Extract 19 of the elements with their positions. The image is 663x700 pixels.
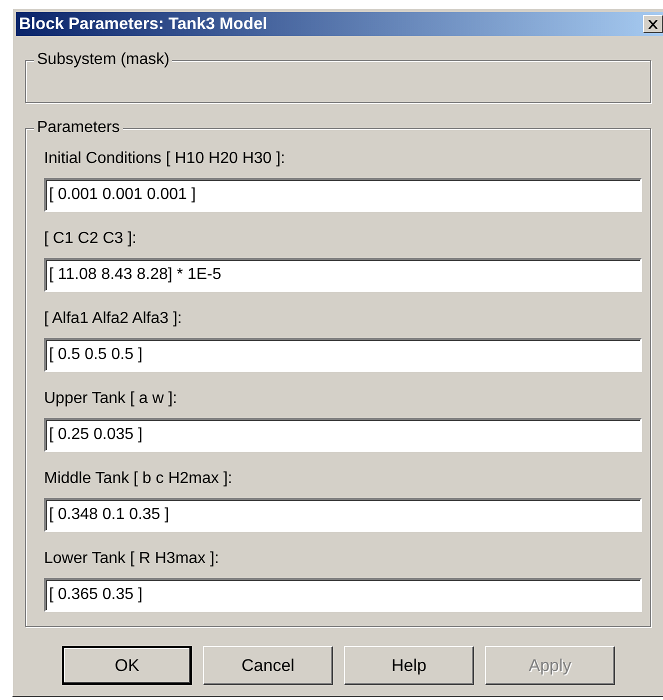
input-field[interactable]: [ 0.25 0.035 ]: [44, 418, 642, 452]
field-label: Upper Tank [ a w ]:: [44, 389, 178, 409]
dialog-button[interactable]: Help: [344, 646, 474, 685]
field-label: Middle Tank [ b c H2max ]:: [44, 469, 234, 489]
field-label: [ Alfa1 Alfa2 Alfa3 ]:: [44, 309, 183, 329]
close-button[interactable]: [643, 15, 663, 33]
input-field[interactable]: [ 0.365 0.35 ]: [44, 578, 642, 612]
input-field[interactable]: [ 0.5 0.5 0.5 ]: [44, 338, 642, 372]
input-field[interactable]: [ 0.001 0.001 0.001 ]: [44, 178, 642, 212]
dialog-button[interactable]: OK: [62, 646, 192, 685]
input-field[interactable]: [ 11.08 8.43 8.28] * 1E-5: [44, 258, 642, 292]
group-title: Subsystem (mask): [34, 50, 172, 70]
field-label: Initial Conditions [ H10 H20 H30 ]:: [44, 149, 286, 169]
window-title: Block Parameters: Tank3 Model: [19, 14, 268, 34]
field-label: [ C1 C2 C3 ]:: [44, 229, 138, 249]
field-label: Lower Tank [ R H3max ]:: [44, 549, 220, 569]
close-icon: [648, 20, 658, 28]
dialog-button[interactable]: Cancel: [203, 646, 333, 685]
input-field[interactable]: [ 0.348 0.1 0.35 ]: [44, 498, 642, 532]
